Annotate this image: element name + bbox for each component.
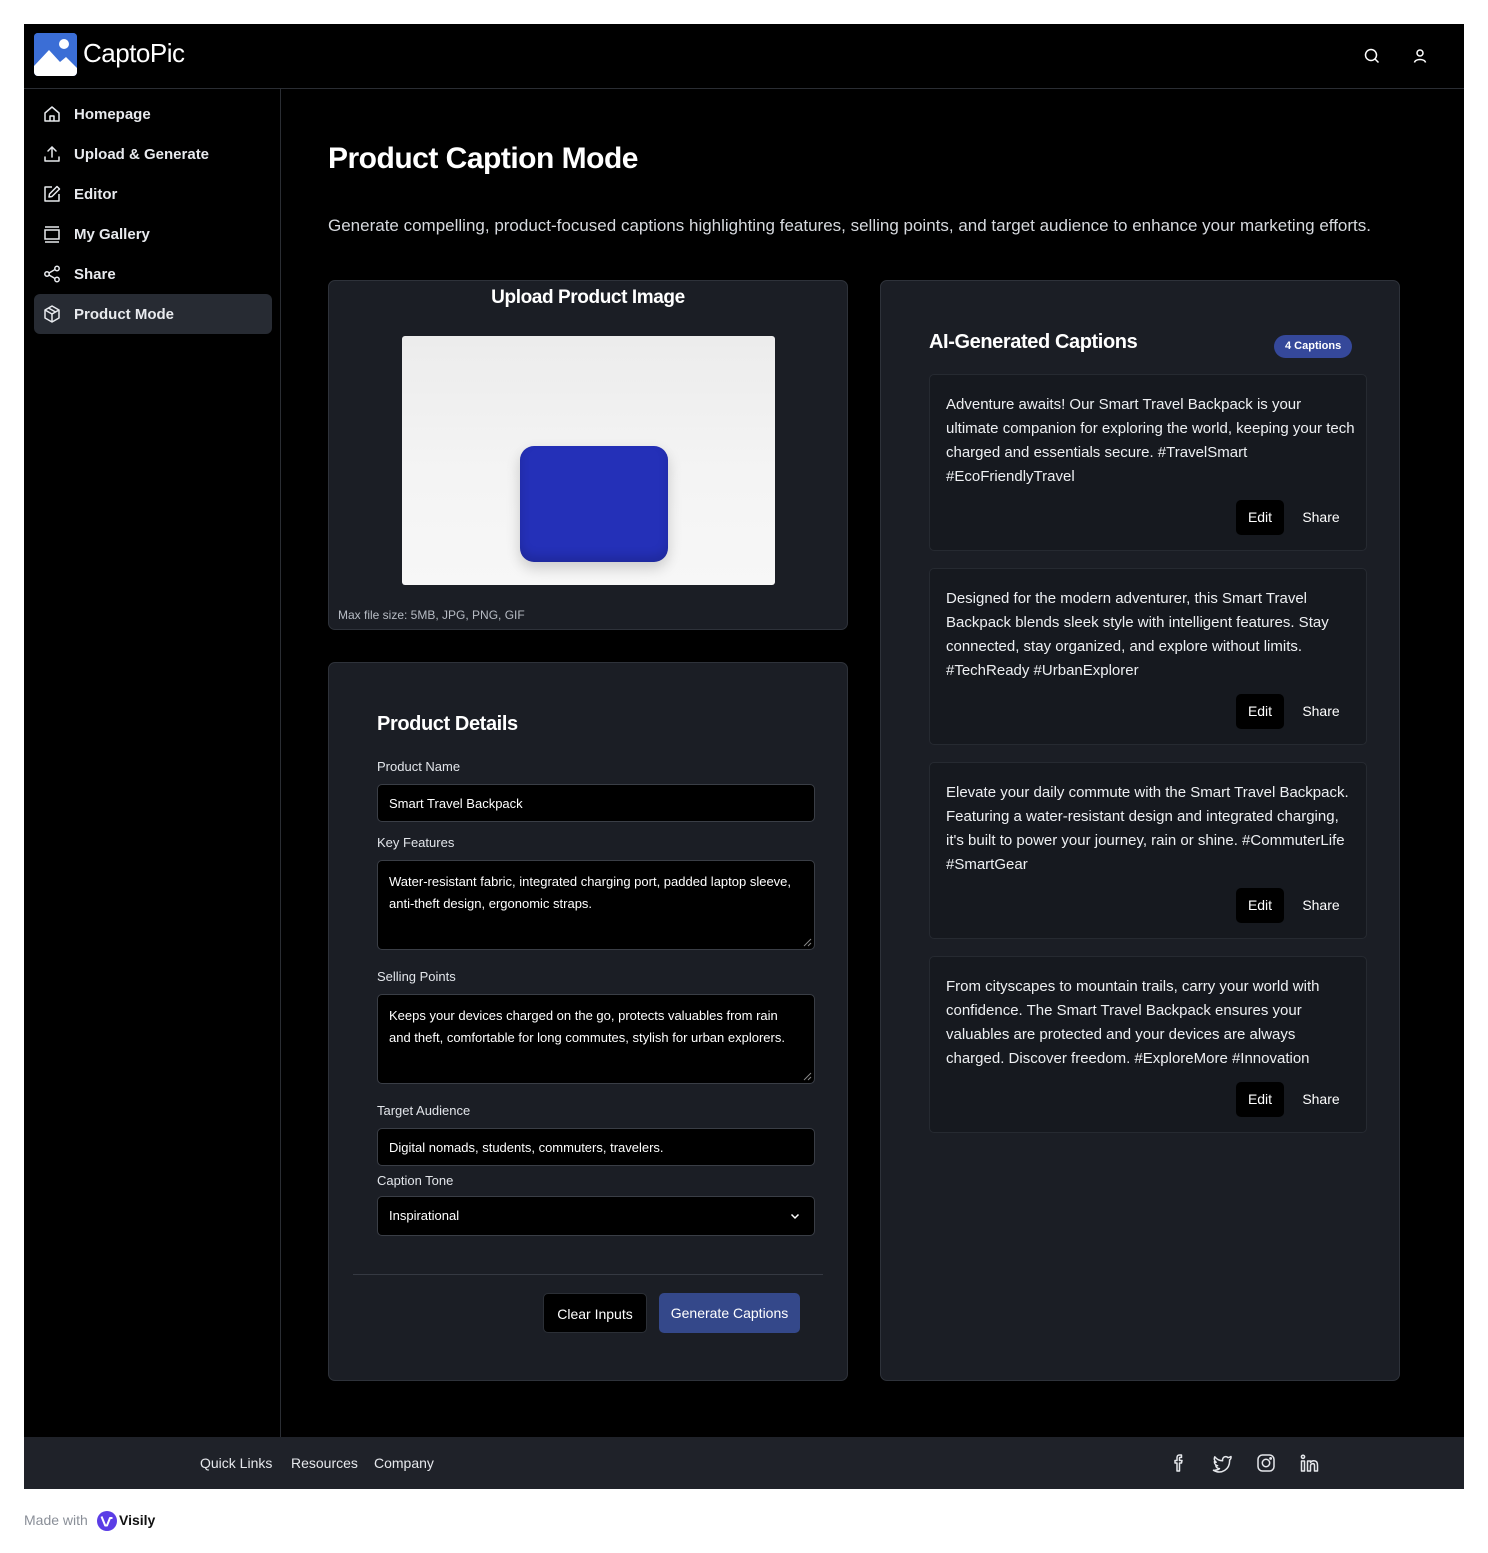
share-caption-button[interactable]: Share bbox=[1293, 694, 1349, 729]
made-with-text: Made with bbox=[24, 1512, 88, 1528]
target-audience-input[interactable]: Digital nomads, students, commuters, tra… bbox=[377, 1128, 815, 1166]
target-audience-label: Target Audience bbox=[377, 1103, 471, 1118]
instagram-icon[interactable] bbox=[1255, 1452, 1277, 1474]
edit-caption-button[interactable]: Edit bbox=[1236, 500, 1284, 535]
visily-brand[interactable]: Visily bbox=[119, 1512, 155, 1528]
caption-tone-value: Inspirational bbox=[389, 1208, 460, 1223]
captions-title: AI-Generated Captions bbox=[929, 331, 1138, 353]
selling-points-label: Selling Points bbox=[377, 969, 456, 984]
sidebar-item-editor[interactable]: Editor bbox=[34, 174, 272, 214]
chevron-down-icon bbox=[790, 1213, 800, 1220]
share-caption-button[interactable]: Share bbox=[1293, 500, 1349, 535]
captions-card: AI-Generated Captions 4 Captions Adventu… bbox=[880, 280, 1400, 1381]
caption-text: Designed for the modern adventurer, this… bbox=[946, 590, 1329, 679]
edit-caption-button[interactable]: Edit bbox=[1236, 888, 1284, 923]
footer-link-quick-links[interactable]: Quick Links bbox=[200, 1455, 272, 1471]
caption-text: Elevate your daily commute with the Smar… bbox=[946, 784, 1349, 873]
page-description: Generate compelling, product-focused cap… bbox=[328, 216, 1371, 235]
caption-tone-select[interactable]: Inspirational bbox=[377, 1196, 815, 1236]
sidebar-item-share[interactable]: Share bbox=[34, 254, 272, 294]
divider bbox=[353, 1274, 823, 1275]
captions-count-badge: 4 Captions bbox=[1274, 335, 1353, 358]
share-icon bbox=[42, 264, 62, 284]
share-caption-button[interactable]: Share bbox=[1293, 1082, 1349, 1117]
caption-card: Designed for the modern adventurer, this… bbox=[929, 568, 1367, 745]
details-title: Product Details bbox=[377, 713, 518, 735]
logo-icon[interactable] bbox=[34, 33, 77, 76]
twitter-icon[interactable] bbox=[1211, 1452, 1233, 1474]
brand-name[interactable]: CaptoPic bbox=[83, 38, 185, 69]
clear-inputs-button[interactable]: Clear Inputs bbox=[543, 1293, 647, 1333]
app-window: CaptoPic Homepage Upload & Generate Edit… bbox=[24, 24, 1464, 1489]
caption-card: Adventure awaits! Our Smart Travel Backp… bbox=[929, 374, 1367, 551]
sidebar-item-my-gallery[interactable]: My Gallery bbox=[34, 214, 272, 254]
footer: Quick Links Resources Company bbox=[24, 1437, 1464, 1489]
caption-text: Adventure awaits! Our Smart Travel Backp… bbox=[946, 396, 1355, 485]
key-features-value: Water-resistant fabric, integrated charg… bbox=[389, 874, 792, 911]
selling-points-value: Keeps your devices charged on the go, pr… bbox=[389, 1008, 785, 1045]
upload-title: Upload Product Image bbox=[491, 287, 685, 308]
sidebar: Homepage Upload & Generate Editor My Gal… bbox=[24, 89, 281, 1437]
page-title: Product Caption Mode bbox=[328, 142, 638, 175]
product-box-shape bbox=[520, 446, 668, 562]
sidebar-item-label: My Gallery bbox=[74, 226, 150, 243]
footer-link-resources[interactable]: Resources bbox=[291, 1455, 358, 1471]
sidebar-item-label: Homepage bbox=[74, 106, 151, 123]
caption-card: From cityscapes to mountain trails, carr… bbox=[929, 956, 1367, 1133]
upload-card: Upload Product Image Max file size: 5MB,… bbox=[328, 280, 848, 630]
sidebar-item-product-mode[interactable]: Product Mode bbox=[34, 294, 272, 334]
sidebar-item-label: Share bbox=[74, 266, 116, 283]
box-icon bbox=[42, 304, 62, 324]
edit-caption-button[interactable]: Edit bbox=[1236, 694, 1284, 729]
visily-logo-icon[interactable] bbox=[97, 1511, 117, 1531]
caption-text: From cityscapes to mountain trails, carr… bbox=[946, 978, 1320, 1067]
search-icon[interactable] bbox=[1362, 46, 1382, 66]
key-features-textarea[interactable]: Water-resistant fabric, integrated charg… bbox=[377, 860, 815, 950]
resize-handle-icon[interactable] bbox=[802, 937, 812, 947]
selling-points-textarea[interactable]: Keeps your devices charged on the go, pr… bbox=[377, 994, 815, 1084]
gallery-icon bbox=[42, 224, 62, 244]
product-details-card: Product Details Product Name Smart Trave… bbox=[328, 662, 848, 1381]
linkedin-icon[interactable] bbox=[1299, 1452, 1321, 1474]
product-name-label: Product Name bbox=[377, 759, 461, 774]
key-features-label: Key Features bbox=[377, 835, 455, 850]
upload-icon bbox=[42, 144, 62, 164]
top-header: CaptoPic bbox=[24, 24, 1464, 89]
edit-icon bbox=[42, 184, 62, 204]
edit-caption-button[interactable]: Edit bbox=[1236, 1082, 1284, 1117]
sidebar-item-upload-generate[interactable]: Upload & Generate bbox=[34, 134, 272, 174]
file-size-hint: Max file size: 5MB, JPG, PNG, GIF bbox=[338, 608, 525, 622]
caption-tone-label: Caption Tone bbox=[377, 1173, 454, 1188]
sidebar-item-homepage[interactable]: Homepage bbox=[34, 94, 272, 134]
product-image[interactable] bbox=[402, 336, 775, 585]
sidebar-item-label: Upload & Generate bbox=[74, 146, 210, 163]
home-icon bbox=[42, 104, 62, 124]
caption-card: Elevate your daily commute with the Smar… bbox=[929, 762, 1367, 939]
user-icon[interactable] bbox=[1410, 46, 1430, 66]
resize-handle-icon[interactable] bbox=[802, 1071, 812, 1081]
sidebar-item-label: Product Mode bbox=[74, 306, 174, 323]
generate-captions-button[interactable]: Generate Captions bbox=[659, 1293, 800, 1333]
product-name-input[interactable]: Smart Travel Backpack bbox=[377, 784, 815, 822]
facebook-icon[interactable] bbox=[1168, 1452, 1190, 1474]
footer-link-company[interactable]: Company bbox=[374, 1455, 434, 1471]
sidebar-item-label: Editor bbox=[74, 186, 118, 203]
share-caption-button[interactable]: Share bbox=[1293, 888, 1349, 923]
